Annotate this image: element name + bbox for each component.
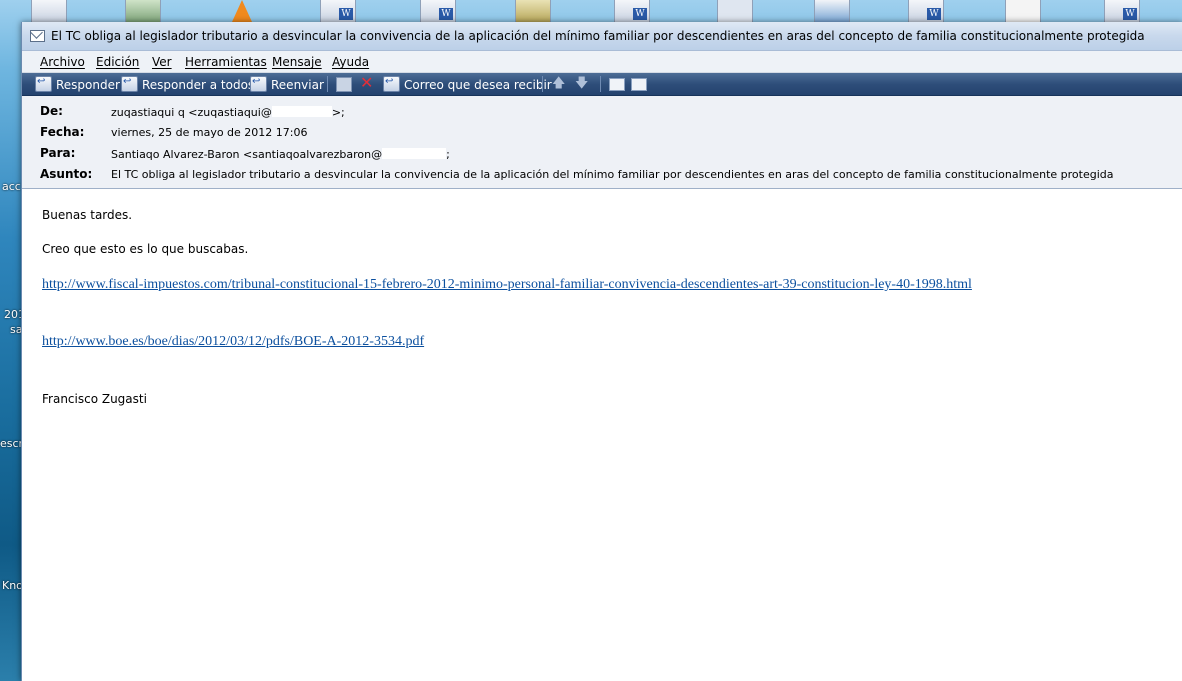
forward-icon [250, 74, 267, 92]
junk-label: Correo que desea recibir [404, 78, 552, 92]
safe-sender-icon [383, 74, 400, 92]
menu-mensaje[interactable]: Mensaje [272, 55, 322, 69]
toolbar-separator [327, 76, 328, 92]
subject-value: El TC obliga al legislador tributario a … [111, 168, 1114, 181]
toolbar-separator [600, 76, 601, 92]
message-window: El TC obliga al legislador tributario a … [21, 22, 1182, 681]
to-tail: ; [446, 148, 450, 161]
from-label: De: [40, 104, 63, 118]
from-tail: >; [331, 106, 345, 119]
redaction [271, 106, 332, 117]
print-icon[interactable] [336, 77, 352, 92]
desktop-label: acc [2, 180, 21, 193]
boe-link[interactable]: http://www.boe.es/boe/dias/2012/03/12/pd… [42, 334, 424, 350]
menu-edicion[interactable]: Edición [96, 55, 139, 69]
toolbar-separator [542, 76, 543, 92]
desktop-label: Kno [2, 579, 23, 592]
menu-ayuda[interactable]: Ayuda [332, 55, 369, 69]
window-title: El TC obliga al legislador tributario a … [51, 29, 1145, 43]
reply-all-button[interactable]: Responder a todos [121, 74, 255, 92]
menu-archivo[interactable]: Archivo [40, 55, 85, 69]
folder-icon[interactable] [515, 0, 551, 23]
chart-file-icon[interactable] [814, 0, 850, 23]
menu-ver[interactable]: Ver [152, 55, 172, 69]
title-bar[interactable]: El TC obliga al legislador tributario a … [22, 22, 1182, 51]
body-text: Creo que esto es lo que buscabas. [42, 242, 249, 256]
reply-icon [35, 74, 52, 92]
encoding-icon[interactable] [631, 78, 647, 91]
fiscal-impuestos-link[interactable]: http://www.fiscal-impuestos.com/tribunal… [42, 277, 972, 293]
word-document-icon[interactable]: W [420, 0, 456, 23]
desktop-image-icon[interactable] [125, 0, 161, 23]
to-address: Santiaqo Alvarez-Baron <santiaqoalvarezb… [111, 148, 383, 161]
desktop-file-icon[interactable] [31, 0, 67, 23]
envelope-icon [30, 30, 45, 42]
from-value[interactable]: zuqastiaqui q <zuqastiaqui@ >; [111, 106, 345, 119]
message-header: De: zuqastiaqui q <zuqastiaqui@ >; Fecha:… [22, 96, 1182, 189]
menu-herramientas[interactable]: Herramientas [185, 55, 267, 69]
reply-label: Responder [56, 78, 120, 92]
word-document-icon[interactable]: W [1104, 0, 1140, 23]
menu-bar: Archivo Edición Ver Herramientas Mensaje… [22, 51, 1182, 73]
reply-all-label: Responder a todos [142, 78, 255, 92]
date-label: Fecha: [40, 125, 85, 139]
previous-arrow-icon[interactable]: 🡅 [552, 75, 565, 93]
word-document-icon[interactable]: W [614, 0, 650, 23]
message-body[interactable]: Buenas tardes. Creo que esto es lo que b… [22, 189, 1182, 681]
toolbar: Responder Responder a todos Reenviar ✕ C… [22, 73, 1182, 96]
desktop-label: escr [0, 437, 24, 450]
to-label: Para: [40, 146, 76, 160]
next-arrow-icon[interactable]: 🡇 [575, 75, 588, 93]
word-document-icon[interactable]: W [908, 0, 944, 23]
reply-all-icon [121, 74, 138, 92]
subject-label: Asunto: [40, 167, 93, 181]
signature-text: Francisco Zugasti [42, 392, 147, 406]
junk-button[interactable]: Correo que desea recibir [383, 74, 552, 92]
vlc-cone-icon[interactable] [232, 0, 252, 22]
date-value: viernes, 25 de mayo de 2012 17:06 [111, 126, 308, 139]
to-value[interactable]: Santiaqo Alvarez-Baron <santiaqoalvarezb… [111, 148, 450, 161]
from-address: zuqastiaqui q <zuqastiaqui@ [111, 106, 272, 119]
delete-icon[interactable]: ✕ [360, 74, 373, 92]
reply-button[interactable]: Responder [35, 74, 120, 92]
desktop-file-icon[interactable] [717, 0, 753, 23]
forward-label: Reenviar [271, 78, 324, 92]
contacts-icon[interactable] [609, 78, 625, 91]
text-document-icon[interactable] [1005, 0, 1041, 23]
greeting-text: Buenas tardes. [42, 208, 133, 222]
word-document-icon[interactable]: W [320, 0, 356, 23]
redaction [382, 148, 447, 159]
forward-button[interactable]: Reenviar [250, 74, 324, 92]
